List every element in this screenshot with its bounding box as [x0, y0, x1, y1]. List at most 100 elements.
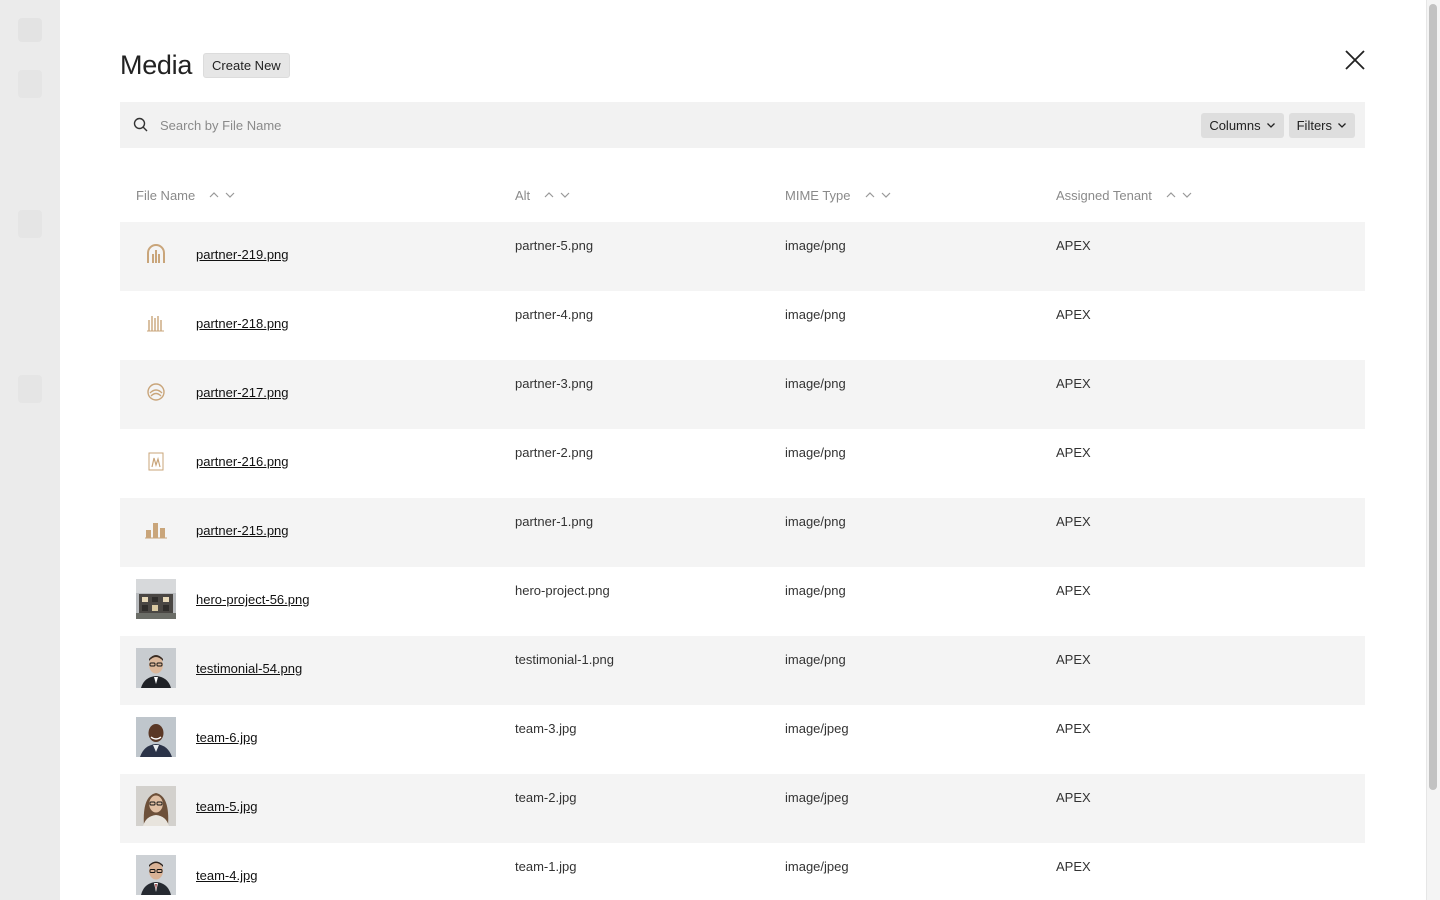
sort-controls — [209, 191, 235, 199]
columns-label: Columns — [1209, 117, 1261, 133]
alt-text: partner-2.png — [515, 445, 594, 460]
media-table-body: partner-219.png partner-5.png image/png … — [120, 222, 1365, 900]
table-row[interactable]: partner-216.png partner-2.png image/png … — [120, 429, 1365, 498]
mime-type: image/png — [785, 445, 846, 460]
thumbnail-partner-logo-frame — [136, 441, 176, 481]
alt-text: partner-3.png — [515, 376, 594, 391]
sort-descending-icon[interactable] — [881, 191, 891, 199]
assigned-tenant: APEX — [1056, 307, 1091, 322]
thumbnail-partner-logo-circle — [136, 372, 176, 412]
sort-ascending-icon[interactable] — [865, 191, 875, 199]
column-label: MIME Type — [785, 187, 851, 203]
thumbnail-portrait-man-suit — [136, 855, 176, 895]
background-nav-item — [18, 375, 42, 403]
file-name-link[interactable]: partner-218.png — [196, 316, 289, 331]
mime-type: image/png — [785, 514, 846, 529]
file-name-link[interactable]: partner-216.png — [196, 454, 289, 469]
search-input[interactable] — [160, 110, 1202, 140]
table-row[interactable]: team-5.jpg team-2.jpg image/jpeg APEX — [120, 774, 1365, 843]
thumbnail-portrait-man-glasses — [136, 648, 176, 688]
thumbnail-building-photo — [136, 579, 176, 619]
alt-text: testimonial-1.png — [515, 652, 614, 667]
mime-type: image/jpeg — [785, 859, 849, 874]
sort-controls — [544, 191, 570, 199]
table-header: File Name Alt MIME Type Assigned Tenant — [120, 184, 1365, 206]
assigned-tenant: APEX — [1056, 445, 1091, 460]
column-header-assigned-tenant: Assigned Tenant — [1056, 184, 1192, 206]
table-row[interactable]: team-6.jpg team-3.jpg image/jpeg APEX — [120, 705, 1365, 774]
assigned-tenant: APEX — [1056, 583, 1091, 598]
column-header-file-name: File Name — [136, 184, 235, 206]
assigned-tenant: APEX — [1056, 859, 1091, 874]
filters-button[interactable]: Filters — [1288, 112, 1355, 138]
file-name-link[interactable]: testimonial-54.png — [196, 661, 302, 676]
filters-label: Filters — [1296, 117, 1332, 133]
column-header-alt: Alt — [515, 184, 570, 206]
assigned-tenant: APEX — [1056, 721, 1091, 736]
sort-descending-icon[interactable] — [225, 191, 235, 199]
column-label: File Name — [136, 187, 196, 203]
file-name-link[interactable]: hero-project-56.png — [196, 592, 309, 607]
sort-controls — [865, 191, 891, 199]
alt-text: partner-5.png — [515, 238, 594, 253]
alt-text: partner-4.png — [515, 307, 594, 322]
assigned-tenant: APEX — [1056, 514, 1091, 529]
file-name-link[interactable]: team-4.jpg — [196, 868, 257, 883]
scrollbar-thumb[interactable] — [1429, 4, 1437, 790]
thumbnail-partner-logo-bars — [136, 303, 176, 343]
alt-text: team-3.jpg — [515, 721, 577, 736]
chevron-down-icon — [1266, 118, 1276, 133]
file-name-link[interactable]: team-6.jpg — [196, 730, 257, 745]
table-row[interactable]: team-4.jpg team-1.jpg image/jpeg APEX — [120, 843, 1365, 900]
column-label: Assigned Tenant — [1056, 187, 1152, 203]
file-name-link[interactable]: partner-215.png — [196, 523, 289, 538]
background-nav-item — [18, 70, 42, 98]
sort-descending-icon[interactable] — [1182, 191, 1192, 199]
sort-descending-icon[interactable] — [560, 191, 570, 199]
search-bar: Columns Filters — [120, 102, 1365, 148]
table-row[interactable]: hero-project-56.png hero-project.png ima… — [120, 567, 1365, 636]
columns-button[interactable]: Columns — [1201, 112, 1284, 138]
mime-type: image/png — [785, 652, 846, 667]
create-new-button[interactable]: Create New — [203, 53, 290, 78]
background-app — [0, 0, 60, 900]
thumbnail-portrait-man-smiling — [136, 717, 176, 757]
sort-controls — [1166, 191, 1192, 199]
assigned-tenant: APEX — [1056, 238, 1091, 253]
column-label: Alt — [515, 187, 531, 203]
sort-ascending-icon[interactable] — [544, 191, 554, 199]
mime-type: image/jpeg — [785, 721, 849, 736]
sort-ascending-icon[interactable] — [209, 191, 219, 199]
mime-type: image/png — [785, 376, 846, 391]
thumbnail-partner-logo-buildings — [136, 510, 176, 550]
file-name-link[interactable]: partner-219.png — [196, 247, 289, 262]
sort-ascending-icon[interactable] — [1166, 191, 1176, 199]
column-header-mime-type: MIME Type — [785, 184, 891, 206]
file-name-link[interactable]: team-5.jpg — [196, 799, 257, 814]
alt-text: hero-project.png — [515, 583, 610, 598]
background-nav-item — [18, 210, 42, 238]
file-name-link[interactable]: partner-217.png — [196, 385, 289, 400]
alt-text: team-1.jpg — [515, 859, 577, 874]
thumbnail-portrait-woman-glasses — [136, 786, 176, 826]
mime-type: image/png — [785, 307, 846, 322]
mime-type: image/jpeg — [785, 790, 849, 805]
table-row[interactable]: partner-215.png partner-1.png image/png … — [120, 498, 1365, 567]
chevron-down-icon — [1337, 118, 1347, 133]
assigned-tenant: APEX — [1056, 376, 1091, 391]
alt-text: partner-1.png — [515, 514, 594, 529]
table-row[interactable]: testimonial-54.png testimonial-1.png ima… — [120, 636, 1365, 705]
table-row[interactable]: partner-218.png partner-4.png image/png … — [120, 291, 1365, 360]
close-icon[interactable] — [1340, 45, 1370, 75]
assigned-tenant: APEX — [1056, 790, 1091, 805]
drawer-header: Media Create New — [120, 50, 290, 81]
mime-type: image/png — [785, 583, 846, 598]
table-row[interactable]: partner-219.png partner-5.png image/png … — [120, 222, 1365, 291]
table-row[interactable]: partner-217.png partner-3.png image/png … — [120, 360, 1365, 429]
page-title: Media — [120, 50, 193, 80]
mime-type: image/png — [785, 238, 846, 253]
background-logo — [18, 18, 42, 42]
search-icon — [133, 117, 149, 133]
alt-text: team-2.jpg — [515, 790, 577, 805]
assigned-tenant: APEX — [1056, 652, 1091, 667]
